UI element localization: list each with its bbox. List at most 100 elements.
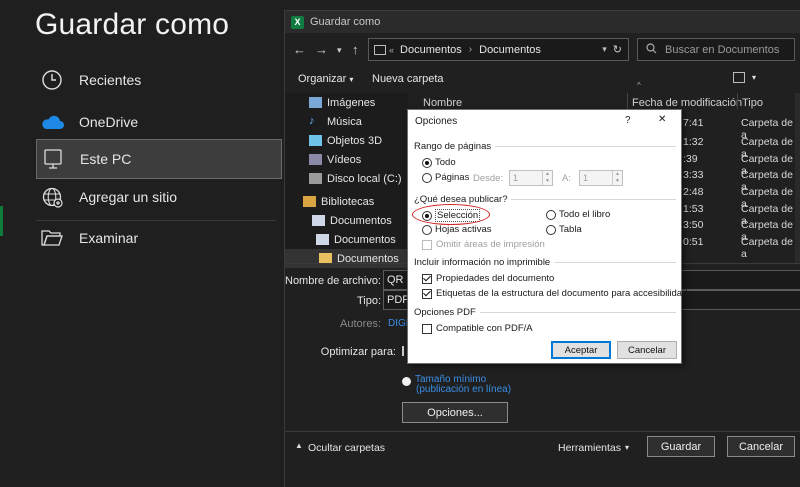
optimize-min-label: Tamaño mínimo (publicación en línea) xyxy=(415,374,512,395)
navigation-pane: Imágenes ♪ Música Objetos 3D Vídeos Disco… xyxy=(285,93,408,268)
file-row-type: Carpeta de a xyxy=(741,236,793,260)
options-dialog: Opciones ? ✕ Rango de páginas Todo Págin… xyxy=(407,109,687,364)
from-label: Desde: xyxy=(473,173,504,184)
doc-props-checkbox[interactable]: Propiedades del documento xyxy=(422,273,554,284)
nav-item-disco-local[interactable]: Disco local (C:) xyxy=(309,169,402,188)
file-row-type: Carpeta de a xyxy=(741,117,793,141)
breadcrumb-item[interactable]: Documentos xyxy=(400,44,462,56)
radio-all-pages[interactable]: Todo xyxy=(422,157,456,168)
authors-label: Autores: xyxy=(340,318,381,330)
music-icon: ♪ xyxy=(309,115,315,127)
nav-item-bibliotecas[interactable]: Bibliotecas xyxy=(303,192,374,211)
radio-pages[interactable]: Páginas xyxy=(422,172,469,183)
backstage-item-label: OneDrive xyxy=(79,114,139,130)
radio-whole-book[interactable]: Todo el libro xyxy=(546,209,610,220)
divider xyxy=(285,431,800,432)
ignore-print-areas-checkbox: Omitir áreas de impresión xyxy=(422,239,545,250)
chevron-right-icon: › xyxy=(468,44,473,55)
column-type[interactable]: Tipo xyxy=(737,93,763,109)
backstage-pane: Guardar como Recientes OneDrive Este PC … xyxy=(0,0,284,487)
options-title: Opciones xyxy=(415,115,458,127)
from-spinner: 1 ▲ ▼ xyxy=(509,170,553,186)
back-arrow-icon[interactable]: ← xyxy=(293,42,306,57)
hide-folders-button[interactable]: Ocultar carpetas xyxy=(308,442,385,454)
chevron-down-icon[interactable]: ▾ xyxy=(602,44,607,55)
cloud-icon xyxy=(38,108,66,136)
videos-icon xyxy=(309,154,322,165)
to-spinner: 1 ▲ ▼ xyxy=(579,170,623,186)
up-arrow-icon[interactable]: ↑ xyxy=(352,42,359,57)
radio-active-sheets[interactable]: Hojas activas xyxy=(422,224,492,235)
refresh-icon[interactable]: ↻ xyxy=(613,43,622,56)
search-box[interactable]: Buscar en Documentos xyxy=(637,38,795,61)
nav-item-musica[interactable]: ♪ Música xyxy=(309,112,362,131)
objects3d-icon xyxy=(309,135,322,146)
nav-item-documentos[interactable]: Documentos xyxy=(312,211,392,230)
backstage-item-recientes[interactable]: Recientes xyxy=(36,60,282,100)
pdf-options-group: Opciones PDF xyxy=(414,307,676,318)
backstage-item-agregar-sitio[interactable]: Agregar un sitio xyxy=(36,177,282,217)
backstage-item-examinar[interactable]: Examinar xyxy=(36,218,282,258)
dialog-title: Guardar como xyxy=(310,16,381,28)
folder-icon xyxy=(374,44,386,55)
backstage-item-label: Recientes xyxy=(79,72,142,88)
options-button[interactable]: Opciones... xyxy=(402,402,508,423)
backstage-item-este-pc[interactable]: Este PC xyxy=(36,139,282,179)
chevron-down-icon[interactable]: ▾ xyxy=(337,45,342,56)
backstage-item-label: Examinar xyxy=(79,230,139,246)
backstage-item-onedrive[interactable]: OneDrive xyxy=(36,102,282,142)
libraries-icon xyxy=(303,196,316,207)
excel-icon: X xyxy=(291,15,304,29)
organize-button[interactable]: Organizar ▾ xyxy=(298,73,353,85)
dialog-titlebar: X Guardar como xyxy=(285,11,800,33)
column-date[interactable]: Fecha de modificación xyxy=(627,93,742,109)
spinner-arrows-icon: ▲ ▼ xyxy=(612,171,622,185)
help-button[interactable]: ? xyxy=(625,115,631,126)
pdfa-checkbox[interactable]: Compatible con PDF/A xyxy=(422,323,533,334)
column-name[interactable]: Nombre xyxy=(423,97,462,109)
save-button[interactable]: Guardar xyxy=(647,436,715,457)
filename-label: Nombre de archivo: xyxy=(285,275,381,287)
overflow-icon: « xyxy=(389,44,395,55)
type-label: Tipo: xyxy=(356,295,381,307)
pictures-icon xyxy=(309,97,322,108)
nav-item-imagenes[interactable]: Imágenes xyxy=(309,93,375,112)
radio-table[interactable]: Tabla xyxy=(546,224,582,235)
view-icon[interactable] xyxy=(733,72,745,83)
highlight-annotation xyxy=(412,204,490,225)
file-row-time: 0:51 xyxy=(683,236,704,248)
optimize-label: Optimizar para: xyxy=(320,346,396,358)
globe-icon xyxy=(38,183,66,211)
chevron-down-icon[interactable]: ▾ xyxy=(625,443,629,452)
clock-icon xyxy=(38,66,66,94)
accept-button[interactable]: Aceptar xyxy=(551,341,611,359)
chevron-up-icon[interactable]: ▲ xyxy=(295,441,303,450)
tools-button[interactable]: Herramientas xyxy=(558,442,621,454)
non-print-group: Incluir información no imprimible xyxy=(414,257,676,268)
cancel-button[interactable]: Cancelar xyxy=(727,436,795,457)
address-bar[interactable]: « Documentos › Documentos ▾ ↻ xyxy=(368,38,629,61)
documents-icon xyxy=(312,215,325,226)
nav-item-videos[interactable]: Vídeos xyxy=(309,150,361,169)
file-row-time: 7:41 xyxy=(683,117,704,129)
page-range-group: Rango de páginas xyxy=(414,141,676,152)
toolbar: Organizar ▾ Nueva carpeta ▾ xyxy=(285,67,800,91)
close-icon[interactable]: ✕ xyxy=(658,114,666,125)
chevron-down-icon[interactable]: ▾ xyxy=(752,73,756,82)
documents-icon xyxy=(316,234,329,245)
nav-item-objetos3d[interactable]: Objetos 3D xyxy=(309,131,382,150)
forward-arrow-icon[interactable]: → xyxy=(315,42,328,57)
page-title: Guardar como xyxy=(35,8,230,41)
accent-bar xyxy=(0,206,3,236)
nav-item-documentos-selected[interactable]: Documentos xyxy=(285,249,408,268)
search-placeholder: Buscar en Documentos xyxy=(665,43,780,56)
spinner-arrows-icon: ▲ ▼ xyxy=(542,171,552,185)
breadcrumb-item[interactable]: Documentos xyxy=(479,44,541,56)
nav-item-documentos[interactable]: Documentos xyxy=(316,230,396,249)
drive-icon xyxy=(309,173,322,184)
structure-tags-checkbox[interactable]: Etiquetas de la estructura del documento… xyxy=(422,288,687,299)
new-folder-button[interactable]: Nueva carpeta xyxy=(372,73,444,85)
sort-arrow-icon: ^ xyxy=(637,81,641,90)
pc-icon xyxy=(39,145,67,173)
options-cancel-button[interactable]: Cancelar xyxy=(617,341,677,359)
